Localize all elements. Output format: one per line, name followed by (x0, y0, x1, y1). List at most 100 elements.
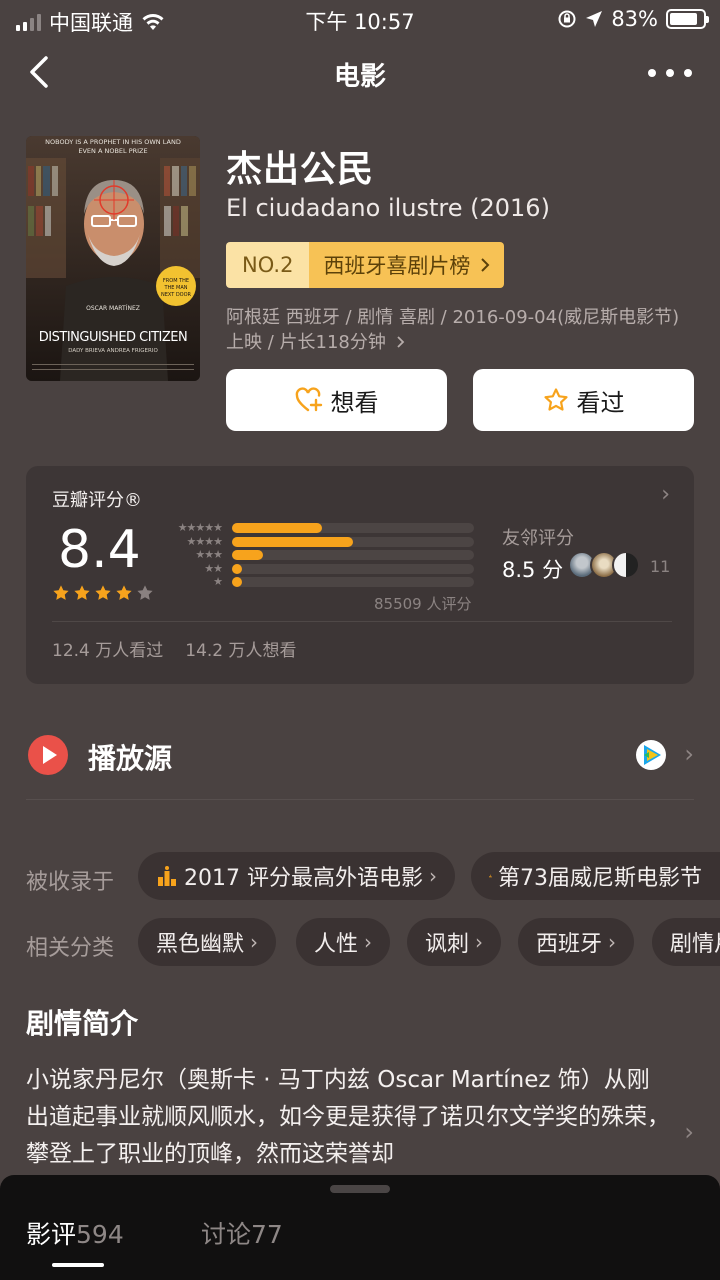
more-button[interactable] (648, 58, 692, 88)
battery-icon (666, 9, 709, 29)
distribution-bar-fill (232, 577, 242, 587)
chevron-right-icon (481, 258, 490, 272)
movie-poster[interactable]: FROM THE THE MAN NEXT DOOR NOBODY IS A P… (26, 136, 200, 381)
distribution-bar-track (232, 577, 474, 587)
collections-label: 被收录于 (26, 870, 115, 895)
tab-count: 77 (251, 1220, 283, 1249)
distribution-bar-fill (232, 536, 353, 547)
tab-discussions[interactable]: 讨论77 (201, 1215, 283, 1251)
want-to-watch-label: 想看 (330, 388, 379, 417)
collection-chip-label: 2017 评分最高外语电影 (184, 866, 423, 891)
star-filled-icon (115, 584, 133, 606)
distribution-bar-track (232, 550, 474, 560)
distribution-bar-track (232, 523, 474, 533)
svg-text:EVEN A NOBEL PRIZE: EVEN A NOBEL PRIZE (78, 147, 147, 155)
movie-original-title: El ciudadano ilustre (2016) (226, 194, 550, 222)
chevron-right-icon: › (250, 930, 259, 954)
collection-chip[interactable]: 第73届威尼斯电影节 (471, 852, 720, 900)
distribution-bar-track (232, 536, 474, 547)
category-chip[interactable]: 黑色幽默 › (138, 918, 277, 966)
drag-handle[interactable] (330, 1185, 390, 1193)
divider (26, 799, 694, 800)
tab-label: 讨论 (201, 1220, 252, 1249)
status-right: 83% (557, 7, 709, 31)
category-chip[interactable]: 剧情片 (652, 918, 720, 966)
distribution-star-label: ★★★★ (186, 534, 223, 548)
tencent-video-icon[interactable] (636, 740, 666, 770)
friend-rating-label: 友邻评分 (502, 528, 574, 549)
tab-reviews[interactable]: 影评594 (26, 1215, 124, 1251)
category-chip[interactable]: 西班牙 › (518, 918, 635, 966)
star-outline-icon (543, 388, 568, 411)
active-tab-indicator (52, 1263, 104, 1267)
chevron-right-icon: › (684, 740, 694, 768)
distribution-star-label: ★ (213, 575, 223, 588)
svg-text:NEXT DOOR: NEXT DOOR (161, 292, 192, 298)
distribution-bar-fill (232, 550, 264, 560)
friend-rating-score: 8.5 分 (502, 558, 564, 582)
svg-text:OSCAR MARTÍNEZ: OSCAR MARTÍNEZ (86, 305, 140, 312)
friend-count: 11 (650, 557, 671, 576)
synopsis-text[interactable]: 小说家丹尼尔（奥斯卡 · 马丁内兹 Oscar Martínez 饰）从刚出道起… (26, 1062, 671, 1173)
movie-title: 杰出公民 (226, 149, 375, 190)
movie-meta[interactable]: 阿根廷 西班牙 / 剧情 喜剧 / 2016-09-04(威尼斯电影节) 上映 … (226, 305, 696, 355)
category-chip-label: 讽刺 (425, 932, 470, 957)
distribution-row: ★★ (160, 561, 474, 575)
divider (52, 621, 672, 622)
want-to-watch-button[interactable]: 想看 (226, 369, 447, 431)
rank-list-label: 西班牙喜剧片榜 (323, 254, 471, 278)
distribution-row: ★ (160, 575, 474, 588)
battery-percent: 83% (611, 7, 658, 31)
rating-stars (52, 584, 154, 606)
rank-number: NO.2 (226, 242, 310, 288)
distribution-row: ★★★★★ (160, 521, 474, 534)
svg-text:DISTINGUISHED CITIZEN: DISTINGUISHED CITIZEN (39, 330, 187, 345)
poster-image: FROM THE THE MAN NEXT DOOR NOBODY IS A P… (26, 136, 200, 381)
rating-title: 豆瓣评分® (52, 490, 142, 511)
star-filled-icon (94, 584, 112, 606)
svg-text:THE MAN: THE MAN (163, 285, 187, 291)
category-chip[interactable]: 人性 › (296, 918, 391, 966)
rank-badge[interactable]: NO.2 西班牙喜剧片榜 (226, 242, 505, 288)
star-filled-icon (73, 584, 91, 606)
synopsis-title: 剧情简介 (26, 1007, 139, 1040)
page-title: 电影 (333, 62, 386, 92)
chevron-right-icon (396, 336, 404, 348)
watched-button[interactable]: 看过 (473, 369, 694, 431)
chevron-right-icon: › (684, 1118, 694, 1146)
svg-text:DADY BRIEVA ANDREA FRIG: DADY BRIEVA ANDREA FRIGERIO (68, 348, 158, 354)
tab-count: 594 (76, 1220, 124, 1249)
chevron-right-icon: › (608, 930, 617, 954)
distribution-bar-track (232, 563, 474, 574)
distribution-bar-fill (232, 563, 242, 574)
star-empty-icon (136, 584, 154, 606)
location-arrow-icon (586, 11, 603, 27)
svg-text:NOBODY IS A PROPHET IN HIS OWN: NOBODY IS A PROPHET IN HIS OWN LAND (45, 138, 181, 146)
play-circle-icon (28, 735, 68, 775)
avatar (612, 551, 640, 579)
star-filled-icon (52, 584, 70, 606)
reviews-bottom-sheet[interactable]: 影评594 讨论77 (0, 1175, 720, 1280)
collection-chip[interactable]: 2017 评分最高外语电影 › (138, 852, 455, 900)
rating-card[interactable]: 豆瓣评分® › 8.4 ★★★★★ ★★★★ ★★★ ★★ ★ 85509 人评分 友邻… (26, 466, 694, 684)
friend-avatars[interactable] (568, 551, 640, 579)
trophy-icon (489, 874, 492, 878)
category-chip-label: 西班牙 (536, 932, 603, 957)
seen-count: 12.4 万人看过 (52, 641, 164, 661)
distribution-star-label: ★★★ (195, 548, 223, 561)
category-chip-label: 人性 (314, 932, 359, 957)
distribution-star-label: ★★ (204, 561, 223, 575)
rater-count: 85509 人评分 (374, 595, 472, 613)
rotation-lock-icon (558, 10, 576, 28)
collection-chip-label: 第73届威尼斯电影节 (498, 866, 702, 891)
movie-meta-text: 阿根廷 西班牙 / 剧情 喜剧 / 2016-09-04(威尼斯电影节) 上映 … (226, 307, 680, 353)
tencent-video-logo (644, 745, 661, 765)
rank-list-name: 西班牙喜剧片榜 (309, 242, 505, 288)
distribution-star-label: ★★★★★ (177, 521, 223, 534)
status-bar: 中国联通 下午 10:57 83% (0, 0, 720, 38)
category-chip[interactable]: 讽刺 › (407, 918, 502, 966)
play-source-label[interactable]: 播放源 (88, 737, 172, 777)
categories-label: 相关分类 (26, 936, 115, 961)
watch-stats: 12.4 万人看过 14.2 万人想看 (52, 636, 297, 661)
distribution-row: ★★★★ (160, 534, 474, 548)
